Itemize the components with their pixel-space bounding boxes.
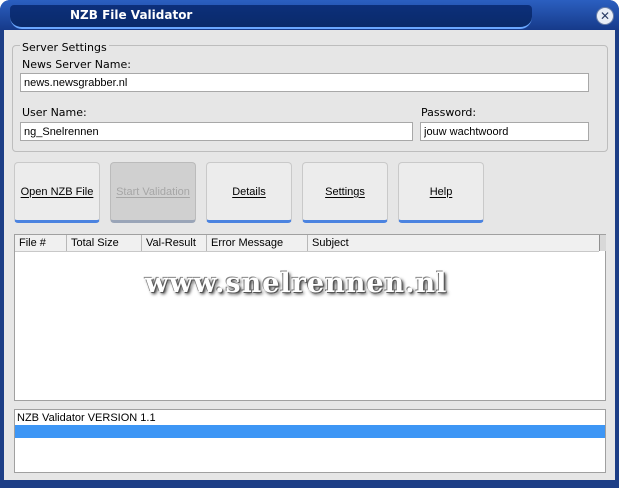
log-line: NZB Validator VERSION 1.1: [17, 412, 156, 424]
password-input[interactable]: [420, 122, 589, 141]
log-box[interactable]: NZB Validator VERSION 1.1: [14, 409, 606, 473]
news-server-label: News Server Name:: [22, 58, 131, 71]
details-button[interactable]: Details: [206, 162, 292, 223]
column-header-total-size[interactable]: Total Size: [67, 235, 142, 251]
settings-button[interactable]: Settings: [302, 162, 388, 223]
window-bottom-edge: [0, 480, 619, 488]
user-name-label: User Name:: [22, 106, 87, 119]
column-header-val-result[interactable]: Val-Result: [142, 235, 207, 251]
news-server-input[interactable]: [20, 73, 589, 92]
log-selected-row[interactable]: [15, 425, 605, 438]
help-button[interactable]: Help: [398, 162, 484, 223]
user-name-input[interactable]: [20, 122, 413, 141]
server-settings-label: Server Settings: [20, 41, 109, 54]
header-end-cap: [599, 235, 606, 251]
results-header: File # Total Size Val-Result Error Messa…: [15, 235, 599, 252]
window-title: NZB File Validator: [70, 8, 193, 22]
watermark: www.snelrennen.nl: [145, 268, 448, 299]
start-validation-button[interactable]: Start Validation: [110, 162, 196, 223]
open-nzb-file-button[interactable]: Open NZB File: [14, 162, 100, 223]
column-header-file-number[interactable]: File #: [15, 235, 67, 251]
column-header-subject[interactable]: Subject: [308, 235, 599, 251]
results-list[interactable]: File # Total Size Val-Result Error Messa…: [14, 234, 606, 401]
column-header-error-message[interactable]: Error Message: [207, 235, 308, 251]
close-icon[interactable]: ✕: [596, 7, 614, 25]
password-label: Password:: [421, 106, 477, 119]
